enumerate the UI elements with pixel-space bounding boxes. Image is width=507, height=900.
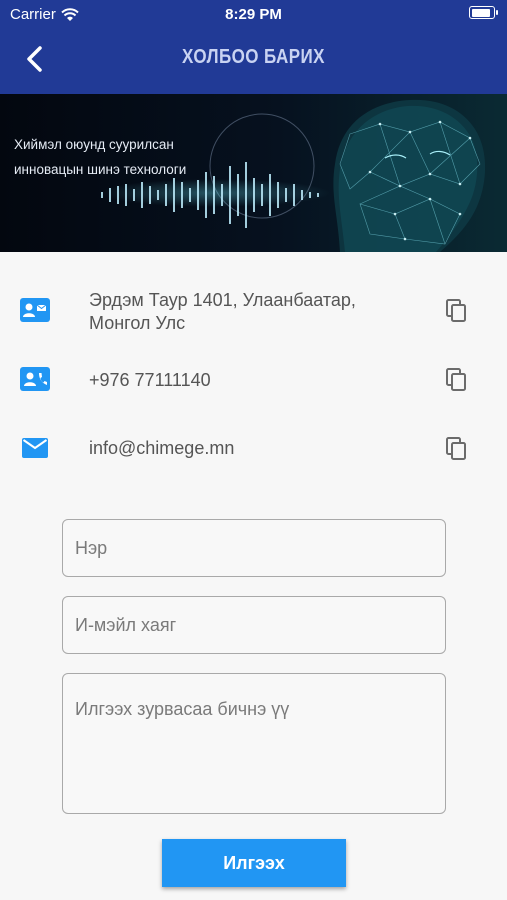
name-placeholder: Нэр	[75, 538, 108, 558]
email-field[interactable]: И-мэйл хаяг	[62, 596, 446, 654]
hero-banner: Хиймэл оюунд суурилсан инновацын шинэ те…	[0, 94, 507, 252]
contact-card-icon	[20, 298, 50, 322]
contact-phone-icon	[20, 367, 50, 391]
copy-icon[interactable]	[446, 437, 468, 461]
app-header: Carrier 8:29 PM ХОЛБОО БАРИХ	[0, 0, 507, 94]
contact-phone-text: +976 77111140	[89, 370, 211, 390]
message-placeholder: Илгээх зурвасаа бичнэ үү	[75, 699, 290, 719]
email-placeholder: И-мэйл хаяг	[75, 615, 177, 635]
mail-icon	[22, 438, 48, 458]
page-title: ХОЛБОО БАРИХ	[182, 46, 325, 68]
contact-email-text: info@chimege.mn	[89, 438, 235, 458]
message-field[interactable]: Илгээх зурвасаа бичнэ үү	[62, 673, 446, 814]
contact-address-text: Эрдэм Таур 1401, Улаанбаатар, Монгол Улс	[89, 290, 356, 333]
status-bar: Carrier 8:29 PM	[0, 0, 507, 28]
battery-icon	[469, 6, 498, 19]
banner-tagline: Хиймэл оюунд суурилсан инновацын шинэ те…	[14, 137, 187, 177]
clock: 8:29 PM	[225, 6, 282, 23]
copy-icon[interactable]	[446, 368, 468, 392]
send-button[interactable]: Илгээх	[162, 839, 346, 887]
copy-icon[interactable]	[446, 299, 468, 323]
name-field[interactable]: Нэр	[62, 519, 446, 577]
